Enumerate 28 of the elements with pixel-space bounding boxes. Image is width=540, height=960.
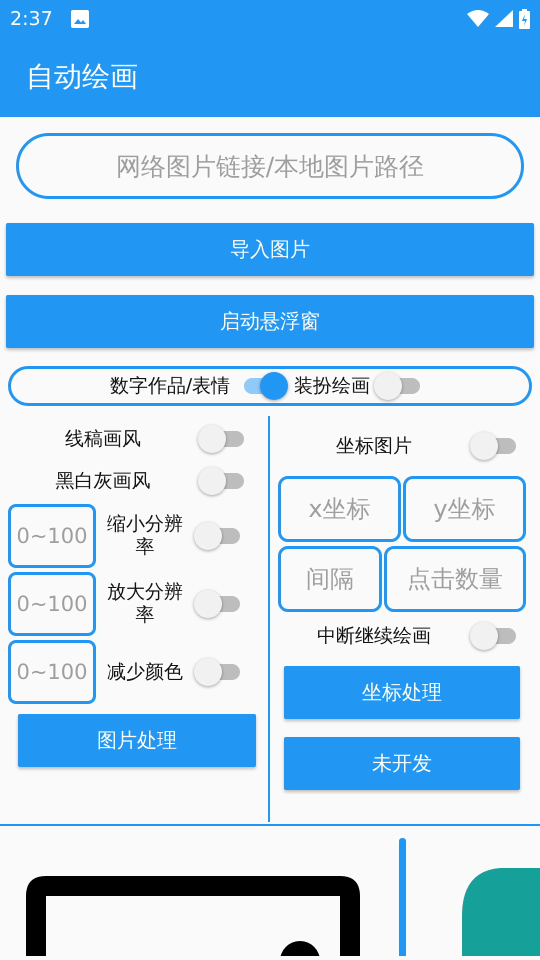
- url-input-field[interactable]: 网络图片链接/本地图片路径: [16, 133, 524, 199]
- image-process-button[interactable]: 图片处理: [18, 714, 256, 767]
- mode-label: 装扮绘画: [294, 374, 370, 399]
- mode-label: 数字作品/表情: [110, 374, 230, 399]
- coordinate-input-field[interactable]: y坐标: [403, 476, 526, 542]
- floating-window-button[interactable]: 启动悬浮窗: [6, 295, 534, 348]
- option-label: 减少颜色: [106, 660, 184, 684]
- battery-icon: [519, 8, 530, 29]
- wifi-icon: [467, 10, 489, 28]
- coordinate-process-button[interactable]: 坐标处理: [284, 666, 520, 719]
- option-label: 缩小分辨率: [106, 513, 184, 559]
- not-developed-button[interactable]: 未开发: [284, 737, 520, 790]
- option-label: 线稿画风: [64, 427, 142, 452]
- coordinate-input-field[interactable]: 点击数量: [384, 546, 526, 612]
- option-label: 放大分辨率: [106, 581, 184, 627]
- number-input-field[interactable]: 0~100: [8, 572, 96, 636]
- coordinate-input-field[interactable]: x坐标: [278, 476, 401, 542]
- number-input-field[interactable]: 0~100: [8, 504, 96, 568]
- option-label: 中断继续绘画: [316, 624, 432, 649]
- import-image-button[interactable]: 导入图片: [6, 223, 534, 276]
- signal-icon: [495, 10, 513, 28]
- number-input-field[interactable]: 0~100: [8, 640, 96, 704]
- app-title: 自动绘画: [26, 59, 138, 96]
- option-label: 坐标图片: [335, 434, 413, 459]
- image-icon: [70, 10, 89, 28]
- coordinate-input-field[interactable]: 间隔: [278, 546, 382, 612]
- status-time: 2:37: [10, 8, 53, 30]
- option-label: 黑白灰画风: [54, 469, 152, 494]
